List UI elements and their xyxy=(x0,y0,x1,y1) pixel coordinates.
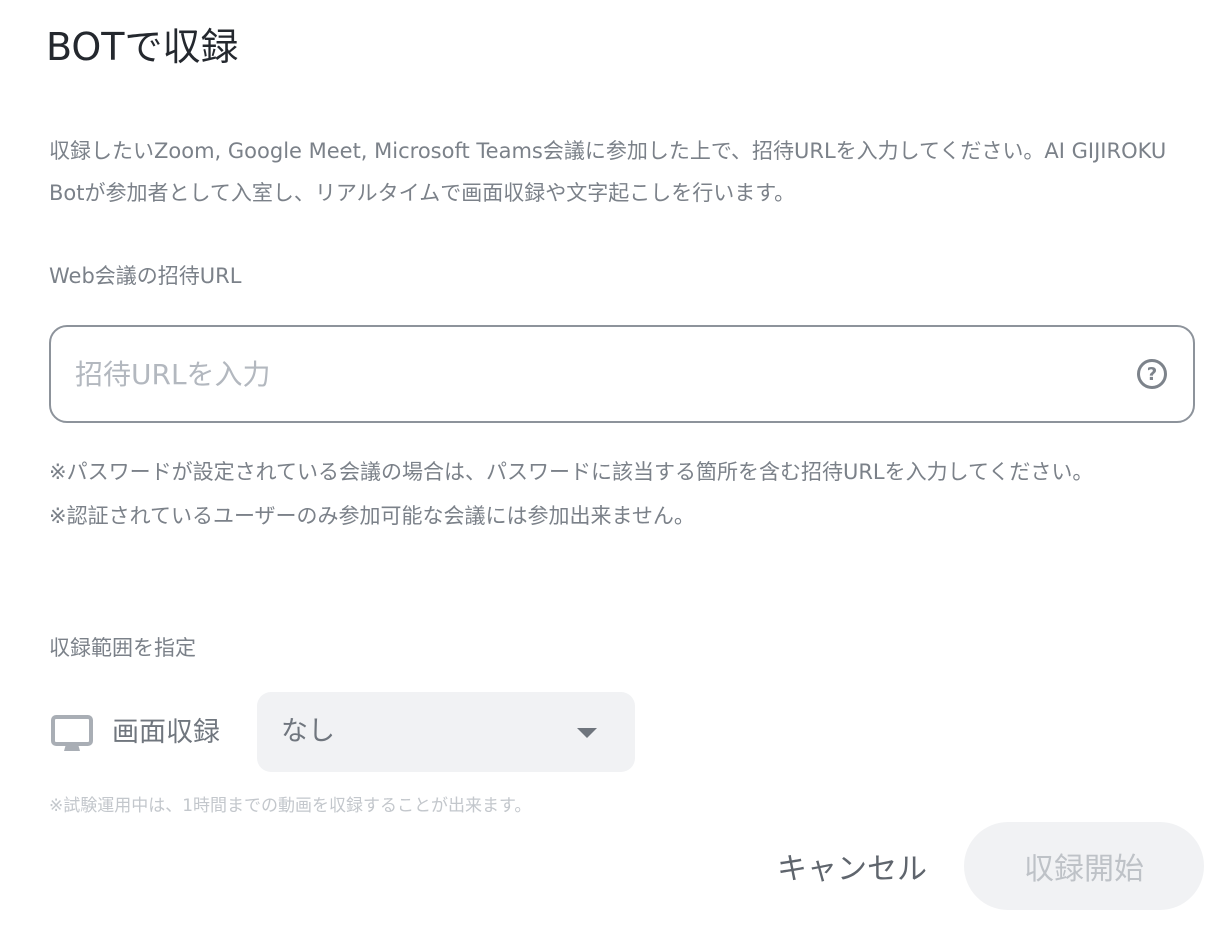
dialog-description: 収録したいZoom, Google Meet, Microsoft Teams会… xyxy=(49,139,1167,205)
recording-range-label: 収録範囲を指定 xyxy=(49,636,196,660)
screen-recording-select[interactable]: なし xyxy=(257,692,635,772)
invite-url-input[interactable] xyxy=(75,347,1105,401)
trial-note: ※試験運用中は、1時間までの動画を収録することが出来ます。 xyxy=(49,796,532,816)
password-note: ※パスワードが設定されている会議の場合は、パスワードに該当する箇所を含む招待UR… xyxy=(49,460,1094,484)
screen-recording-label: 画面収録 xyxy=(112,717,220,748)
start-recording-button[interactable]: 収録開始 xyxy=(964,822,1204,910)
help-icon[interactable]: ? xyxy=(1137,359,1167,389)
dialog-title: BOTで収録 xyxy=(46,25,239,69)
monitor-icon xyxy=(51,715,93,751)
chevron-down-icon xyxy=(577,728,597,738)
select-value: なし xyxy=(281,716,335,747)
url-field-label: Web会議の招待URL xyxy=(49,264,242,288)
url-notes: ※パスワードが設定されている会議の場合は、パスワードに該当する箇所を含む招待UR… xyxy=(49,450,1189,538)
auth-note: ※認証されているユーザーのみ参加可能な会議には参加出来ません。 xyxy=(49,504,695,528)
url-field-container: ? xyxy=(49,325,1195,423)
cancel-button[interactable]: キャンセル xyxy=(760,822,944,910)
